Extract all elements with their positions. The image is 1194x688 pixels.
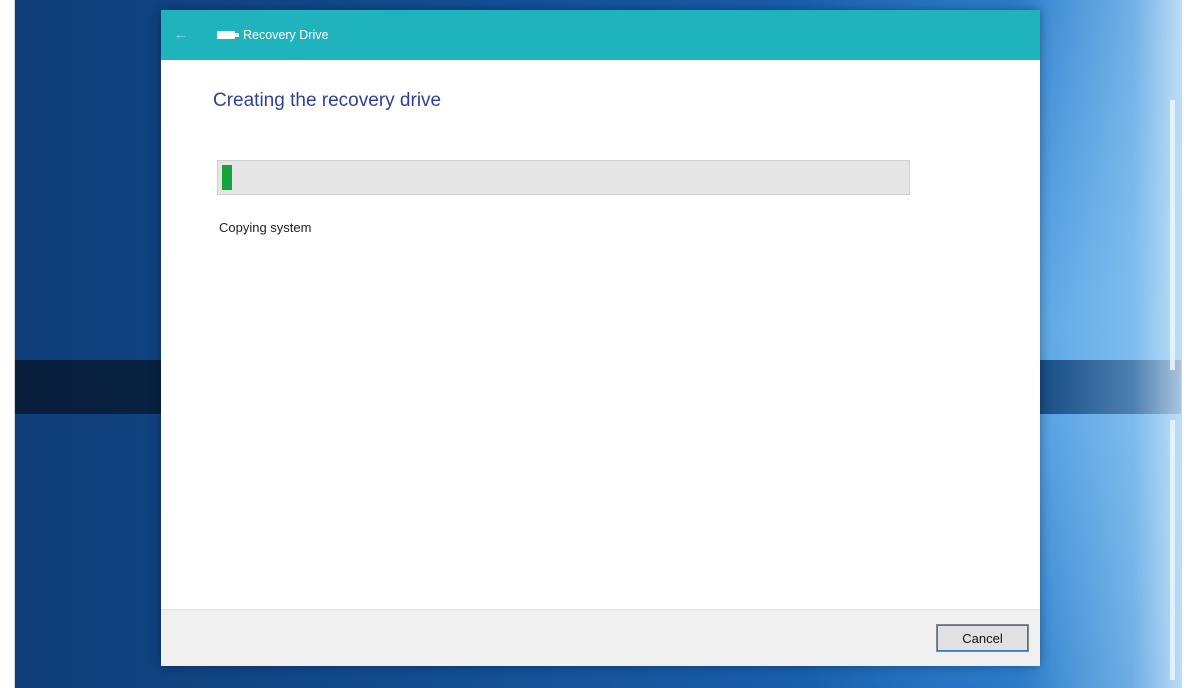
drive-icon	[217, 31, 239, 39]
status-text: Copying system	[219, 220, 312, 235]
wallpaper-pane-edge	[1170, 100, 1175, 370]
page-title: Creating the recovery drive	[213, 90, 442, 111]
wizard-content: Creating the recovery drive Copying syst…	[161, 60, 1040, 610]
title-bar: ← Recovery Drive	[161, 10, 1040, 60]
progress-bar	[217, 160, 910, 195]
button-bar: Cancel	[161, 609, 1040, 666]
recovery-drive-window: ← Recovery Drive Creating the recovery d…	[161, 10, 1040, 666]
progress-bar-fill	[222, 165, 233, 190]
wallpaper-pane-edge	[1170, 420, 1175, 680]
cancel-button[interactable]: Cancel	[936, 624, 1029, 652]
window-title: Recovery Drive	[243, 28, 329, 42]
back-arrow-icon[interactable]: ←	[171, 25, 191, 45]
screenshot-frame: ← Recovery Drive Creating the recovery d…	[14, 0, 1182, 688]
wallpaper-light-ray	[1021, 0, 1181, 688]
